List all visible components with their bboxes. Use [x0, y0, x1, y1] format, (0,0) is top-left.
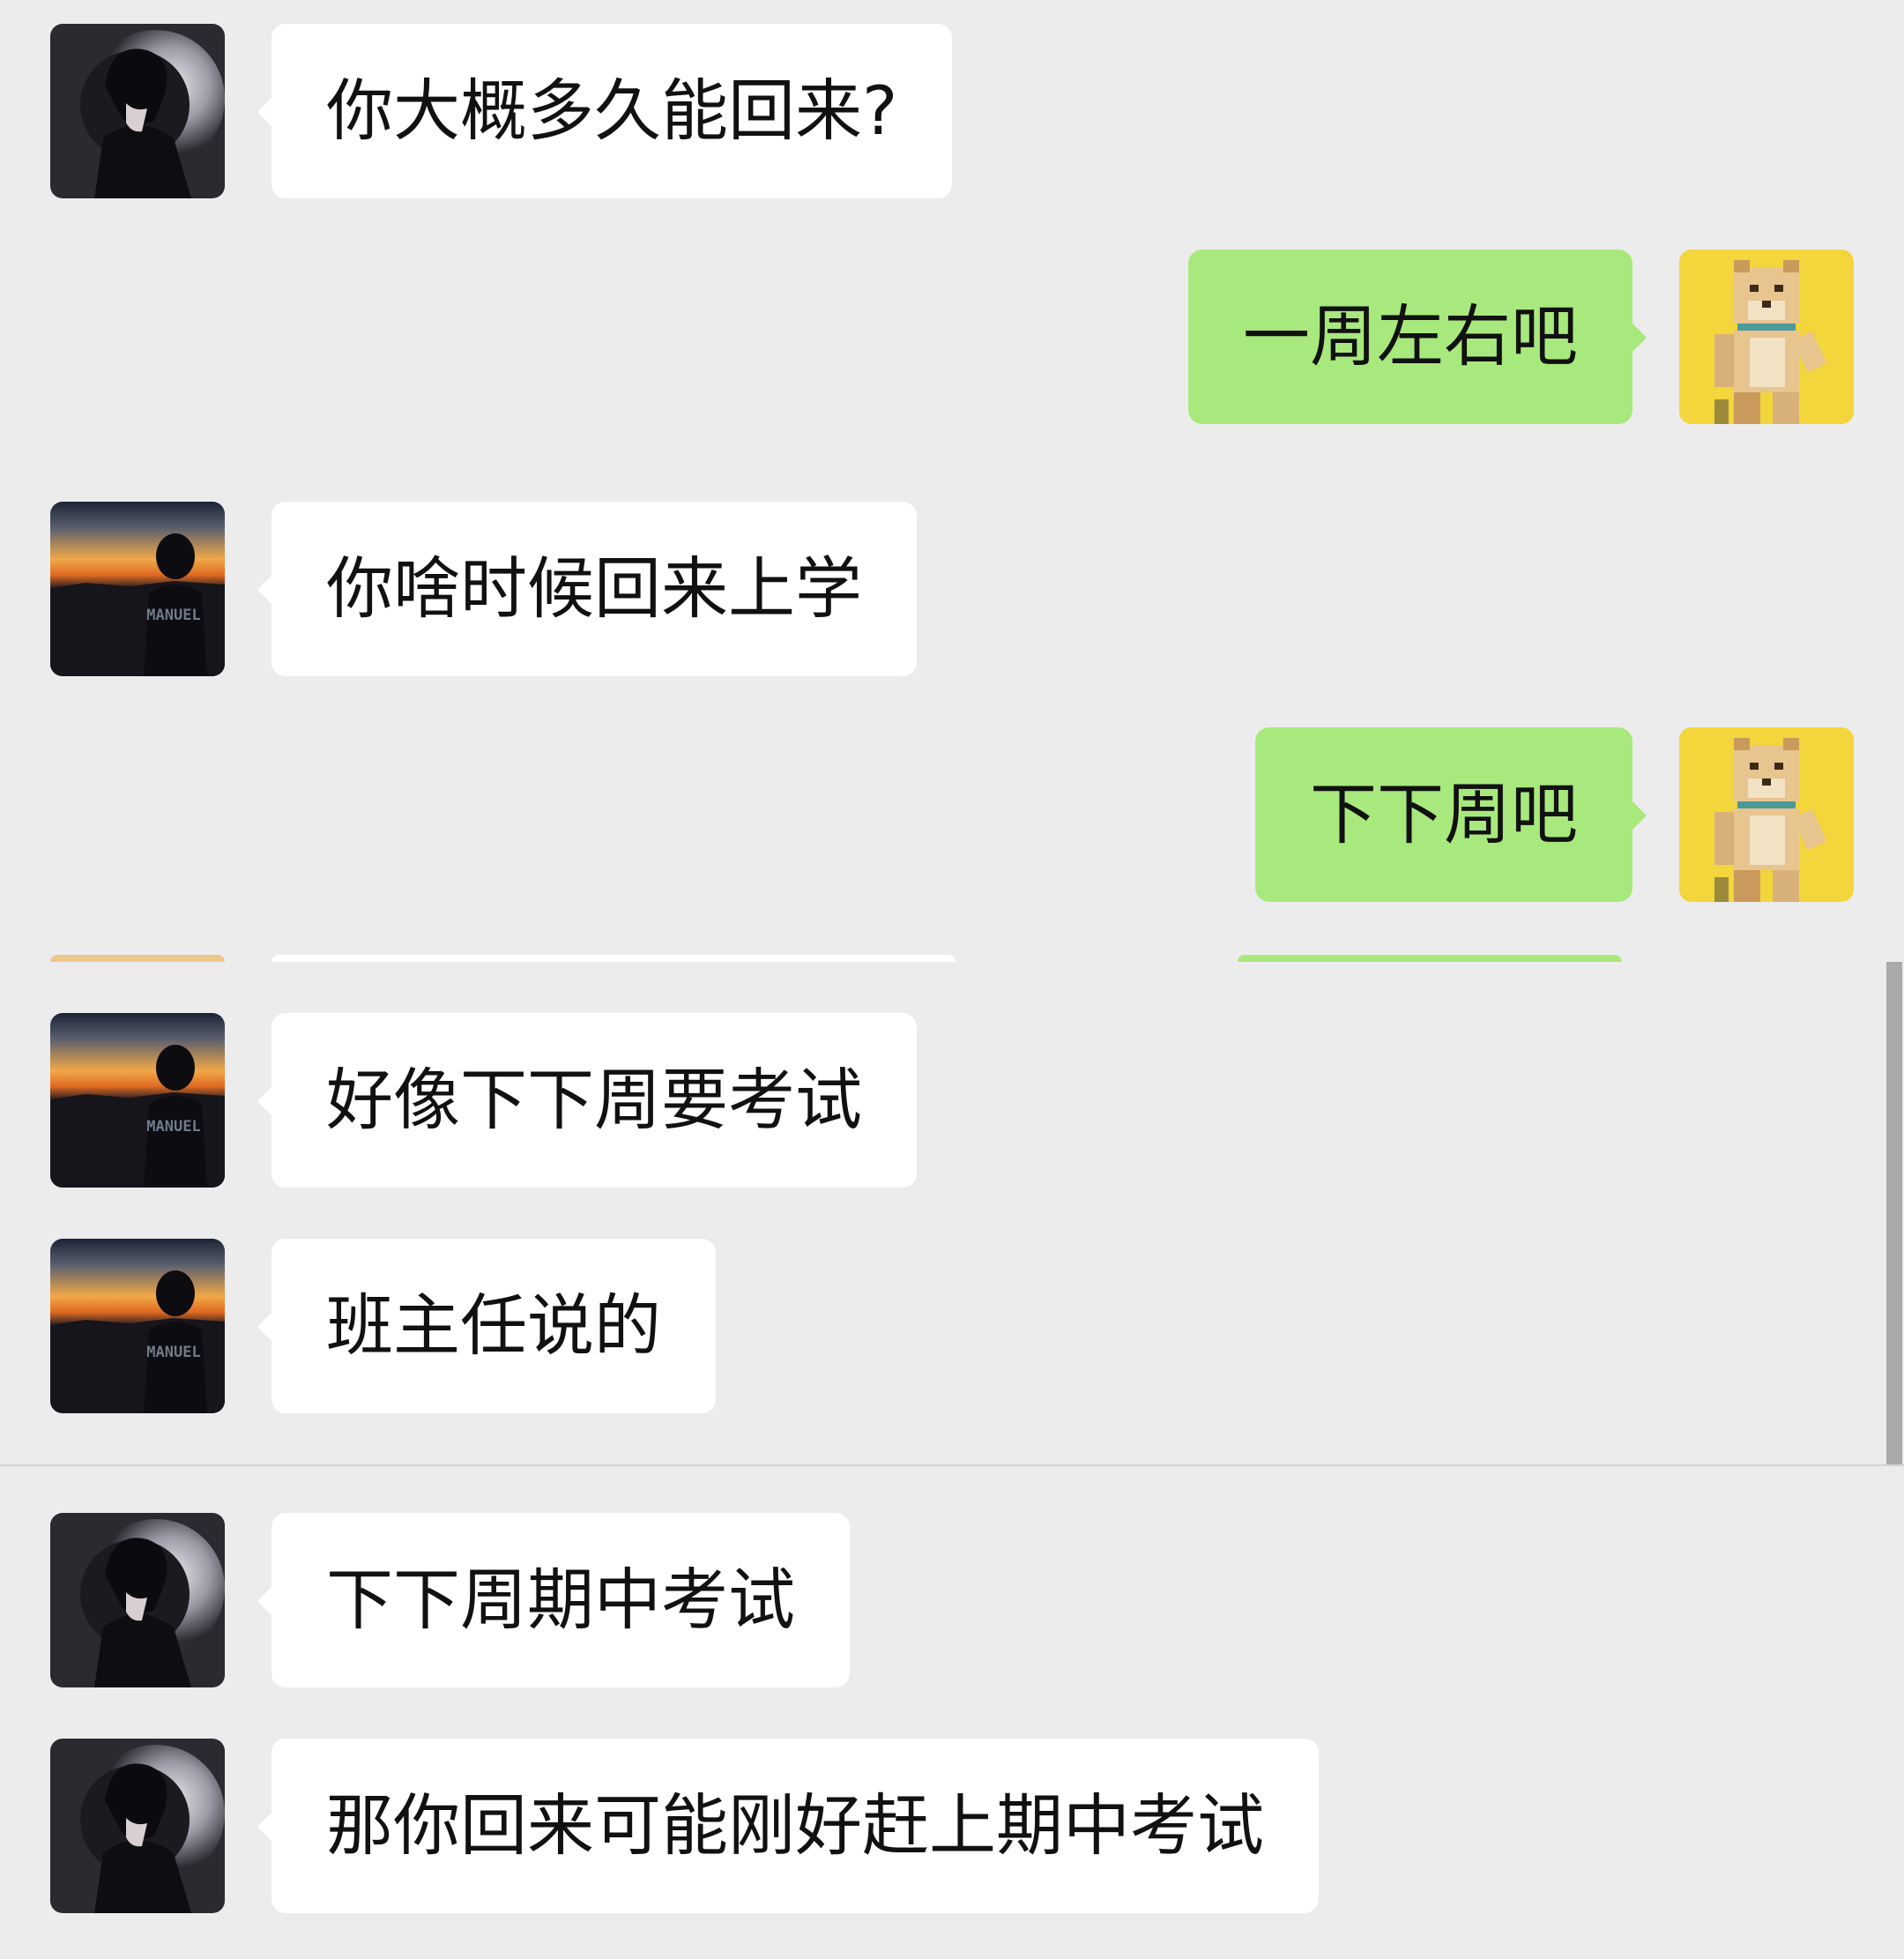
message-bubble[interactable]: 你啥时候回来上学	[257, 502, 917, 676]
scrollbar[interactable]	[1886, 962, 1902, 1464]
message-text: 下下周期中考试	[326, 1560, 795, 1639]
shirt-label: MANUEL	[146, 1344, 200, 1361]
message-text: 你啥时候回来上学	[326, 549, 862, 628]
anime-avatar[interactable]	[50, 24, 225, 198]
shirt-label: MANUEL	[146, 1118, 200, 1136]
message-bubble[interactable]: 那你回来可能刚好赶上期中考试	[257, 1739, 1319, 1913]
sunset-avatar[interactable]: MANUEL	[50, 1013, 225, 1188]
clipped-bubble-edge	[271, 955, 956, 962]
message-text: 下下周吧	[1310, 775, 1578, 853]
message-text: 你大概多久能回来?	[326, 71, 898, 150]
message-bubble[interactable]: 你大概多久能回来?	[257, 24, 953, 198]
message-text: 那你回来可能刚好赶上期中考试	[326, 1786, 1264, 1865]
sunset-avatar[interactable]: MANUEL	[50, 1239, 225, 1413]
dog-avatar[interactable]	[1679, 727, 1854, 902]
clipped-avatar-edge	[50, 955, 225, 962]
message-bubble[interactable]: 好像下下周要考试	[257, 1013, 917, 1188]
message-bubble[interactable]: 下下周期中考试	[257, 1513, 850, 1687]
message-text: 班主任说的	[326, 1286, 661, 1365]
divider	[0, 1464, 1904, 1466]
message-text: 好像下下周要考试	[326, 1061, 862, 1139]
clipped-bubble-edge	[1238, 955, 1622, 962]
anime-avatar[interactable]	[50, 1513, 225, 1687]
dog-avatar[interactable]	[1679, 250, 1854, 424]
sunset-avatar[interactable]: MANUEL	[50, 502, 225, 676]
message-bubble[interactable]: 班主任说的	[257, 1239, 716, 1413]
message-bubble[interactable]: 下下周吧	[1255, 727, 1647, 902]
shirt-label: MANUEL	[146, 607, 200, 624]
message-text: 一周左右吧	[1243, 297, 1578, 376]
message-bubble[interactable]: 一周左右吧	[1188, 250, 1647, 424]
anime-avatar[interactable]	[50, 1739, 225, 1913]
